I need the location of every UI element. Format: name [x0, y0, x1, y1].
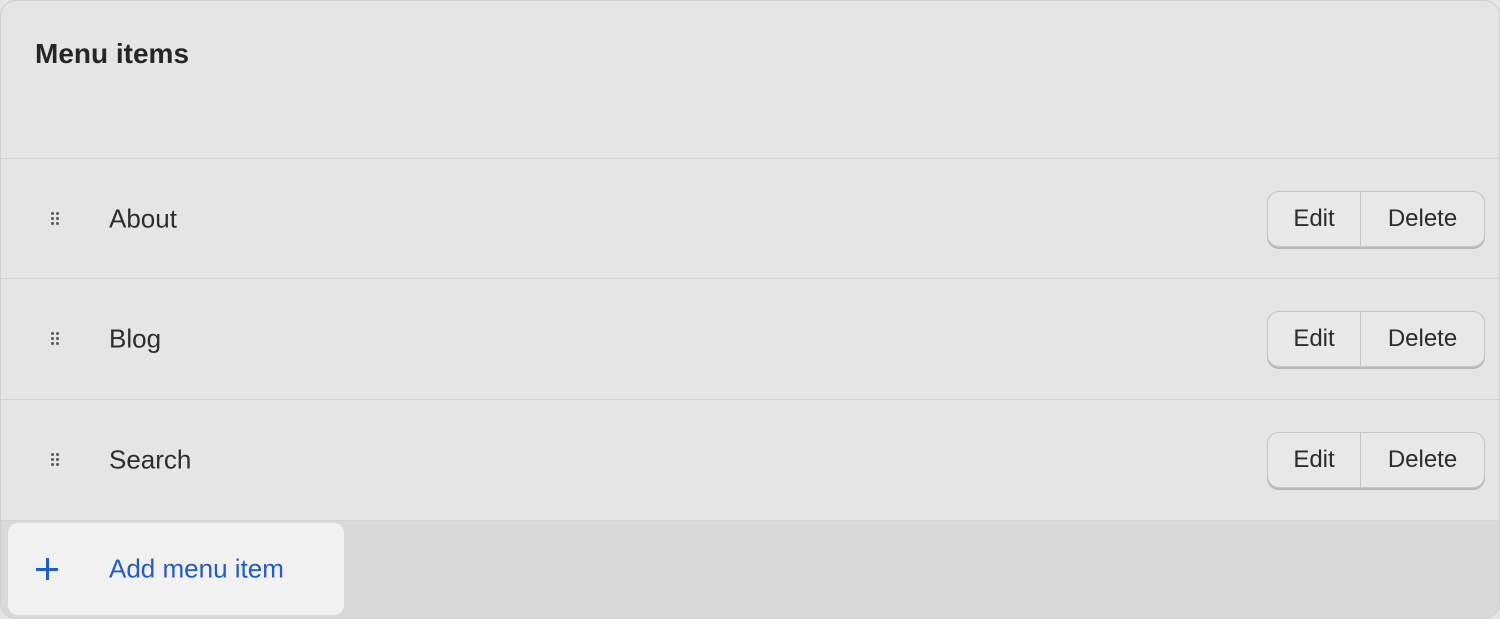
menu-item-label: About [109, 203, 177, 234]
drag-handle-icon[interactable] [49, 452, 61, 468]
drag-handle-icon[interactable] [49, 211, 61, 227]
delete-button[interactable]: Delete [1360, 433, 1484, 487]
add-menu-item-label: Add menu item [109, 553, 284, 584]
menu-item-row-about: About Edit Delete [1, 158, 1499, 279]
menu-item-label: Search [109, 444, 192, 475]
card-footer: Add menu item [1, 520, 1499, 618]
edit-button[interactable]: Edit [1268, 192, 1360, 246]
delete-button[interactable]: Delete [1360, 192, 1484, 246]
menu-items-card: Menu items About Edit Delete Blog Edit D… [0, 0, 1500, 619]
row-actions: Edit Delete [1267, 191, 1485, 247]
menu-item-row-search: Search Edit Delete [1, 399, 1499, 520]
edit-button[interactable]: Edit [1268, 433, 1360, 487]
menu-item-label: Blog [109, 323, 162, 354]
row-actions: Edit Delete [1267, 432, 1485, 488]
edit-button[interactable]: Edit [1268, 312, 1360, 366]
card-title: Menu items [35, 38, 190, 69]
plus-icon [36, 558, 58, 580]
row-actions: Edit Delete [1267, 311, 1485, 367]
delete-button[interactable]: Delete [1360, 312, 1484, 366]
drag-handle-icon[interactable] [49, 331, 61, 347]
menu-item-row-blog: Blog Edit Delete [1, 278, 1499, 399]
add-menu-item-button[interactable]: Add menu item [8, 523, 344, 615]
